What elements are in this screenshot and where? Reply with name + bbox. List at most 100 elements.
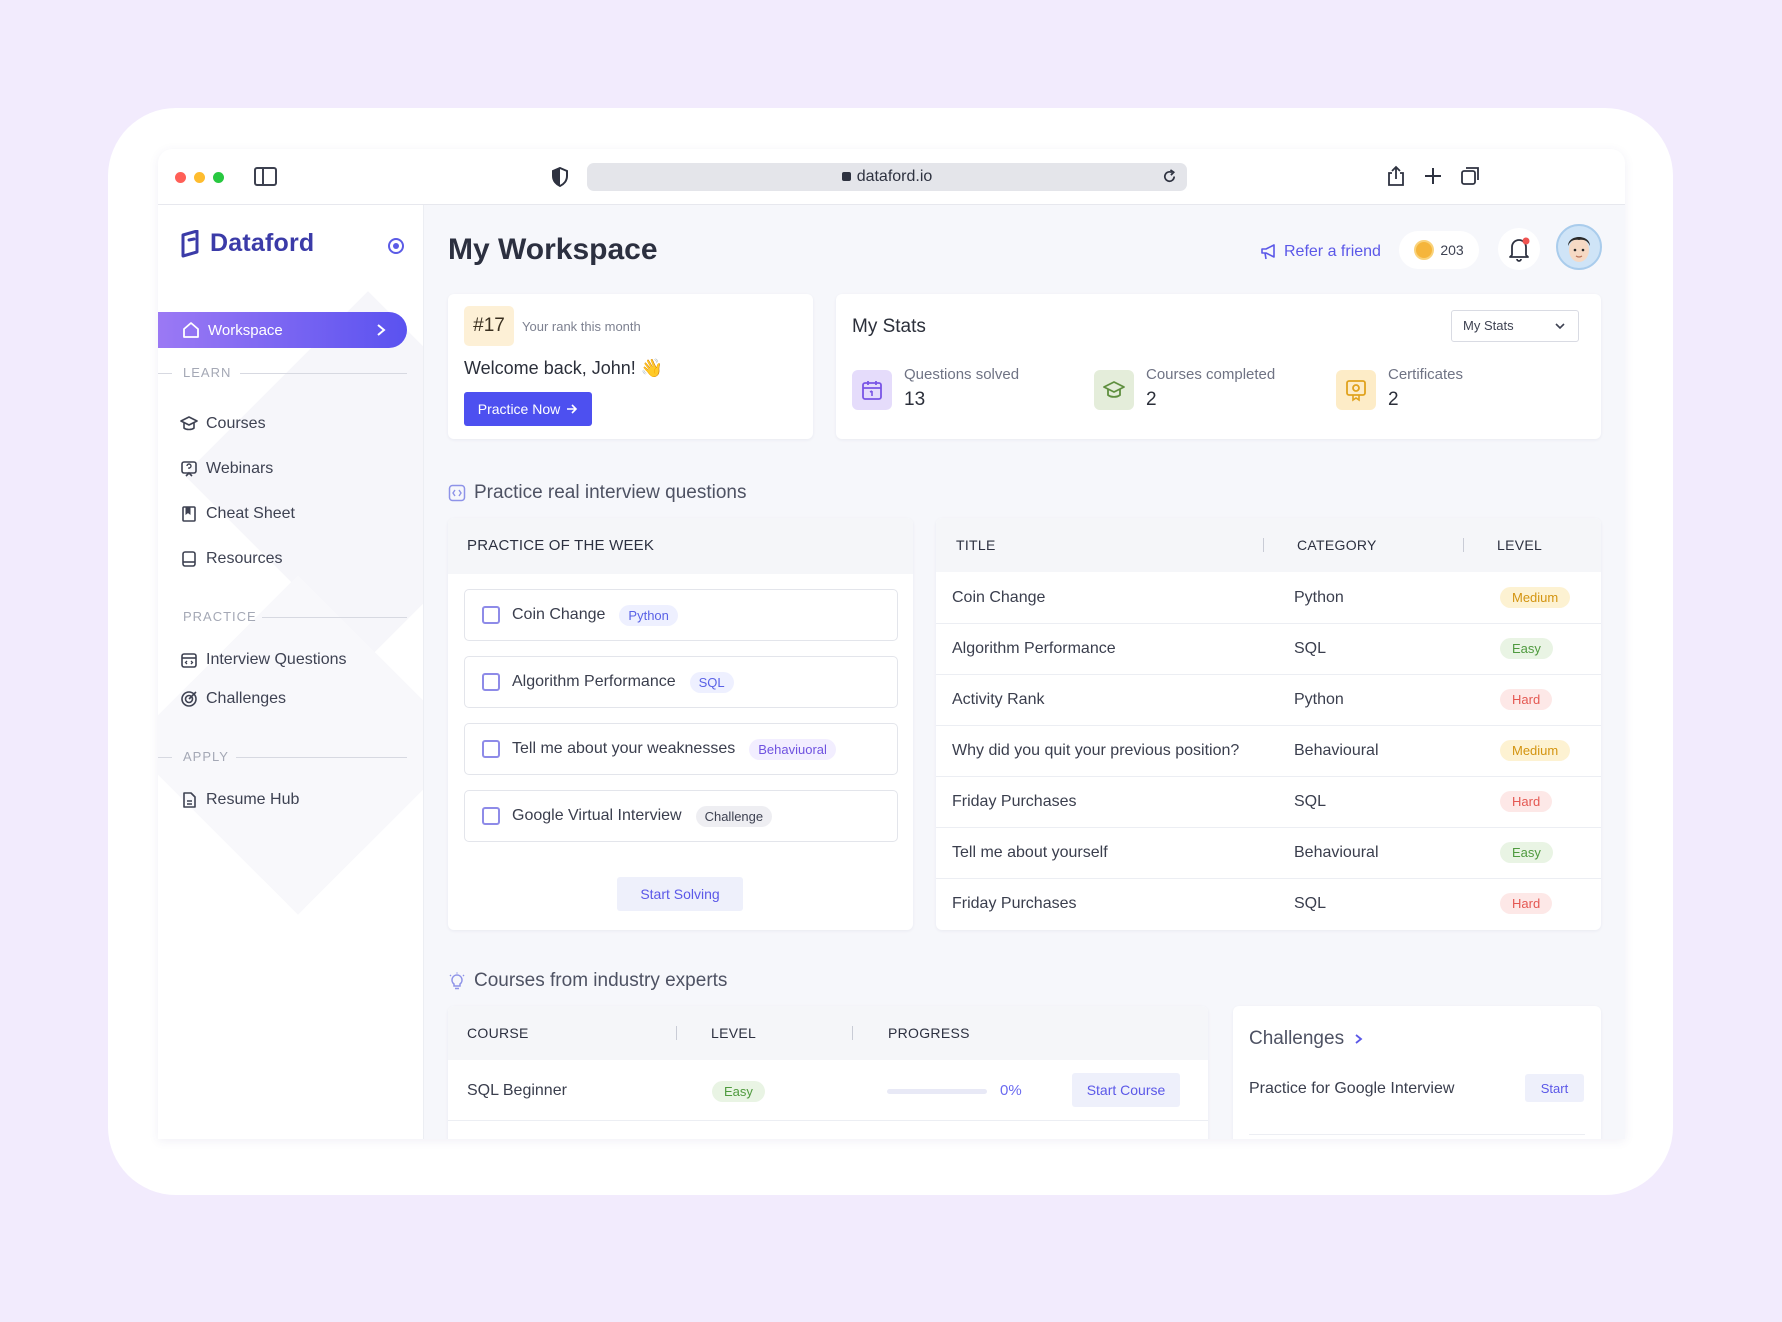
practice-item[interactable]: Google Virtual Interview Challenge [464,790,898,842]
sidebar-item-label: Courses [206,415,266,432]
chevron-right-icon [377,324,386,336]
section-label-practice: PRACTICE [183,609,257,624]
target-icon [181,691,197,707]
table-row[interactable]: Friday Purchases SQL Hard [936,777,1601,828]
sidebar-item-webinars[interactable]: Webinars [180,460,273,478]
address-bar[interactable]: dataford.io [587,163,1187,191]
sidebar-item-cheat-sheet[interactable]: Cheat Sheet [180,505,295,523]
question-category: Behavioural [1294,742,1379,759]
level-badge: Easy [1500,842,1553,863]
challenges-card: Challenges Practice for Google Interview… [1233,1006,1601,1139]
question-category: SQL [1294,895,1327,912]
close-window-button[interactable] [175,172,186,183]
coin-count: 203 [1440,242,1464,258]
sidebar-item-workspace[interactable]: Workspace [158,312,407,348]
refer-a-friend-link[interactable]: Refer a friend [1260,243,1381,261]
table-header: TITLE CATEGORY LEVEL [936,518,1601,572]
table-row[interactable]: Friday Purchases SQL Hard [936,879,1601,930]
shield-icon[interactable] [551,167,569,187]
column-header-level[interactable]: LEVEL [711,1025,756,1041]
courses-table: COURSE LEVEL PROGRESS SQL Beginner Easy … [448,1006,1208,1139]
column-header-category[interactable]: CATEGORY [1297,537,1377,553]
section-label-learn: LEARN [183,365,232,380]
question-title: Tell me about yourself [952,844,1108,861]
chevron-down-icon [1555,323,1565,330]
column-separator [1463,538,1464,552]
start-challenge-button[interactable]: Start [1525,1074,1584,1102]
table-row[interactable]: Tell me about yourself Behavioural Easy [936,828,1601,879]
section-divider [158,373,172,374]
practice-now-label: Practice Now [477,401,561,417]
practice-checkbox[interactable] [482,606,500,624]
practice-item[interactable]: Coin Change Python [464,589,898,641]
practice-item[interactable]: Algorithm Performance SQL [464,656,898,708]
rank-caption: Your rank this month [522,319,641,334]
stats-dropdown-value: My Stats [1463,318,1514,333]
tabs-overview-icon[interactable] [1459,165,1481,187]
sidebar-item-label: Challenges [206,690,287,707]
question-category: Behavioural [1294,844,1379,861]
coin-balance[interactable]: 203 [1399,231,1479,269]
course-title: SQL Beginner [467,1082,567,1099]
stat-label: Courses completed [1146,366,1276,383]
sidebar: Dataford Workspace LEARN Courses Webinar… [158,205,424,1139]
sidebar-item-resources[interactable]: Resources [180,550,282,568]
start-course-button[interactable]: Start Course [1072,1073,1180,1107]
maximize-window-button[interactable] [213,172,224,183]
sidebar-item-courses[interactable]: Courses [180,415,266,433]
certificate-icon [1336,370,1376,410]
sidebar-toggle-icon[interactable] [254,167,277,186]
practice-now-button[interactable]: Practice Now [464,392,592,426]
table-row[interactable]: Coin Change Python Medium [936,573,1601,624]
sidebar-item-label: Workspace [208,321,283,339]
stats-dropdown[interactable]: My Stats [1451,310,1579,342]
challenge-title: Practice for Google Interview [1249,1080,1455,1097]
table-row[interactable]: SQL Beginner Easy 0% Start Course [448,1061,1208,1121]
practice-item[interactable]: Tell me about your weaknesses Behaviuora… [464,723,898,775]
sidebar-item-label: Webinars [206,460,274,477]
column-header-title[interactable]: TITLE [956,537,996,553]
stat-value: 13 [904,389,926,410]
column-header-level[interactable]: LEVEL [1497,537,1542,553]
practice-checkbox[interactable] [482,807,500,825]
section-divider [262,617,407,618]
challenges-link[interactable]: Challenges [1249,1028,1364,1050]
brand-logo-link[interactable]: Dataford [180,229,314,258]
course-progress-bar [887,1089,987,1094]
start-solving-button[interactable]: Start Solving [617,877,743,911]
practice-checkbox[interactable] [482,740,500,758]
table-row[interactable] [448,1122,1208,1139]
sidebar-item-interview-questions[interactable]: Interview Questions [180,651,347,669]
level-badge: Medium [1500,587,1571,608]
minimize-window-button[interactable] [194,172,205,183]
bookmark-icon [182,506,196,522]
sidebar-collapse-button[interactable] [388,238,404,254]
page-title: My Workspace [448,233,658,266]
bell-icon [1509,237,1530,262]
practice-checkbox[interactable] [482,673,500,691]
column-header-progress[interactable]: PROGRESS [888,1025,970,1041]
share-icon[interactable] [1385,165,1407,187]
level-badge: Medium [1500,740,1571,761]
sidebar-item-challenges[interactable]: Challenges [180,690,286,708]
home-icon [183,322,199,338]
column-header-course[interactable]: COURSE [467,1025,529,1041]
stat-courses-completed: Courses completed 2 [1094,366,1275,411]
sidebar-item-resume-hub[interactable]: Resume Hub [180,791,299,809]
chevron-right-icon [1355,1034,1363,1044]
notifications-button[interactable] [1498,228,1540,270]
megaphone-icon [1261,244,1275,260]
sidebar-item-label: Cheat Sheet [206,505,295,522]
level-badge: Hard [1500,893,1553,914]
stat-value: 2 [1146,389,1157,410]
table-header: COURSE LEVEL PROGRESS [448,1006,1208,1060]
reload-icon[interactable] [1162,169,1177,184]
sidebar-item-label: Interview Questions [206,651,347,668]
new-tab-icon[interactable] [1422,165,1444,187]
user-avatar[interactable] [1556,224,1602,270]
calendar-code-icon [181,653,197,668]
table-row[interactable]: Activity Rank Python Hard [936,675,1601,726]
column-separator [852,1026,853,1040]
table-row[interactable]: Why did you quit your previous position?… [936,726,1601,777]
table-row[interactable]: Algorithm Performance SQL Easy [936,624,1601,675]
